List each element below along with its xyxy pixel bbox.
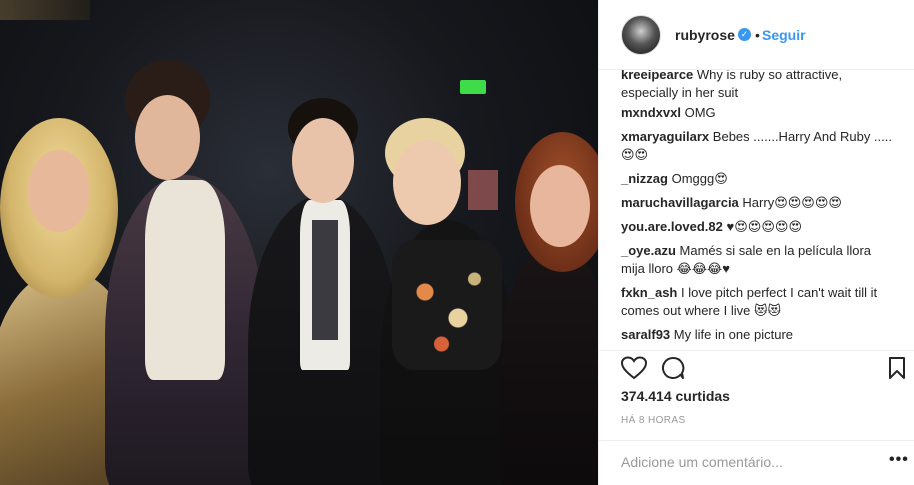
stage-light xyxy=(0,0,90,20)
instagram-post: rubyrose ✓ • Seguir kreeipearce Why is r… xyxy=(0,0,914,485)
comment-username[interactable]: maruchavillagarcia xyxy=(621,195,739,210)
comment-username[interactable]: _oye.azu xyxy=(621,243,676,258)
comment-text: Omggg😍 xyxy=(671,171,728,186)
comment-username[interactable]: you.are.loved.82 xyxy=(621,219,723,234)
person-4-floral xyxy=(392,240,502,370)
username-link[interactable]: rubyrose xyxy=(675,27,735,43)
person-4-face xyxy=(393,140,461,225)
separator-dot: • xyxy=(755,27,760,43)
comment-item: kreeipearce Why is ruby so attractive, e… xyxy=(621,70,893,102)
comment-username[interactable]: mxndxvxl xyxy=(621,105,681,120)
person-1-face xyxy=(28,150,90,232)
comment-item: you.are.loved.82 ♥😍😍😍😍😍 xyxy=(621,218,893,236)
avatar[interactable] xyxy=(621,15,661,55)
like-count[interactable]: 374.414 curtidas xyxy=(621,388,730,404)
person-2-face xyxy=(135,95,200,180)
comment-item: _nizzag Omggg😍 xyxy=(621,170,893,188)
comment-text: ♥😍😍😍😍😍 xyxy=(726,219,802,234)
post-header: rubyrose ✓ • Seguir xyxy=(599,0,914,70)
more-options-icon[interactable]: ••• xyxy=(889,451,909,469)
monitor xyxy=(468,170,498,210)
comment-username[interactable]: xmaryaguilarx xyxy=(621,129,709,144)
person-5-face xyxy=(530,165,590,247)
comment-text: OMG xyxy=(684,105,716,120)
comment-icon[interactable] xyxy=(661,356,685,380)
comment-item: saralf93 My life in one picture xyxy=(621,326,893,344)
bookmark-icon[interactable] xyxy=(888,356,906,380)
comments-list[interactable]: kreeipearce Why is ruby so attractive, e… xyxy=(599,70,914,348)
post-photo[interactable] xyxy=(0,0,598,485)
comment-username[interactable]: kreeipearce xyxy=(621,70,693,82)
comment-item: mxndxvxl OMG xyxy=(621,104,893,122)
post-timestamp[interactable]: HÁ 8 HORAS xyxy=(621,415,686,426)
person-3-tie xyxy=(312,220,338,340)
person-2-shirt xyxy=(145,180,225,380)
heart-icon[interactable] xyxy=(621,356,647,380)
comment-item: _oye.azu Mamés si sale en la película ll… xyxy=(621,242,893,278)
person-5 xyxy=(500,240,598,485)
exit-sign xyxy=(460,80,486,94)
verified-icon: ✓ xyxy=(738,28,751,41)
post-sidebar: rubyrose ✓ • Seguir kreeipearce Why is r… xyxy=(598,0,914,485)
add-comment-input[interactable]: Adicione um comentário... xyxy=(621,454,783,470)
comment-item: maruchavillagarcia Harry😍😍😍😍😍 xyxy=(621,194,893,212)
follow-button[interactable]: Seguir xyxy=(762,27,806,43)
comment-item: fxkn_ash I love pitch perfect I can't wa… xyxy=(621,284,893,320)
comment-text: My life in one picture xyxy=(673,327,794,342)
comment-username[interactable]: fxkn_ash xyxy=(621,285,677,300)
comment-text: Harry😍😍😍😍😍 xyxy=(742,195,842,210)
person-3-face xyxy=(292,118,354,203)
action-bar xyxy=(599,350,914,386)
comment-username[interactable]: _nizzag xyxy=(621,171,668,186)
comment-username[interactable]: saralf93 xyxy=(621,327,670,342)
add-comment-bar: Adicione um comentário... ••• xyxy=(599,440,914,485)
comment-item: xmaryaguilarx Bebes .......Harry And Rub… xyxy=(621,128,893,164)
